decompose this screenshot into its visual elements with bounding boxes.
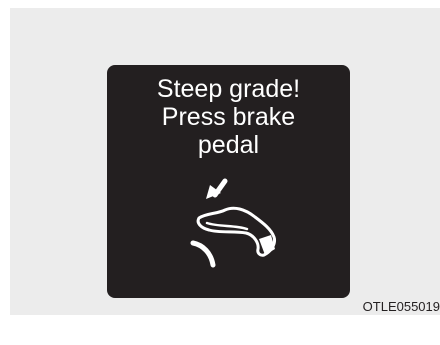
illustration-frame: Steep grade! Press brake pedal OTLE05501… — [10, 8, 440, 315]
cluster-display: Steep grade! Press brake pedal — [107, 65, 350, 298]
warning-line-1: Steep grade! — [156, 75, 301, 103]
warning-message: Steep grade! Press brake pedal — [107, 75, 350, 159]
heel-icon — [259, 235, 275, 255]
brake-pedal-icon — [190, 240, 216, 268]
warning-line-3: pedal — [197, 131, 260, 159]
warning-line-2: Press brake — [161, 103, 296, 131]
foot-on-brake-pedal-icon — [190, 178, 276, 268]
figure-code: OTLE055019 — [362, 299, 440, 314]
